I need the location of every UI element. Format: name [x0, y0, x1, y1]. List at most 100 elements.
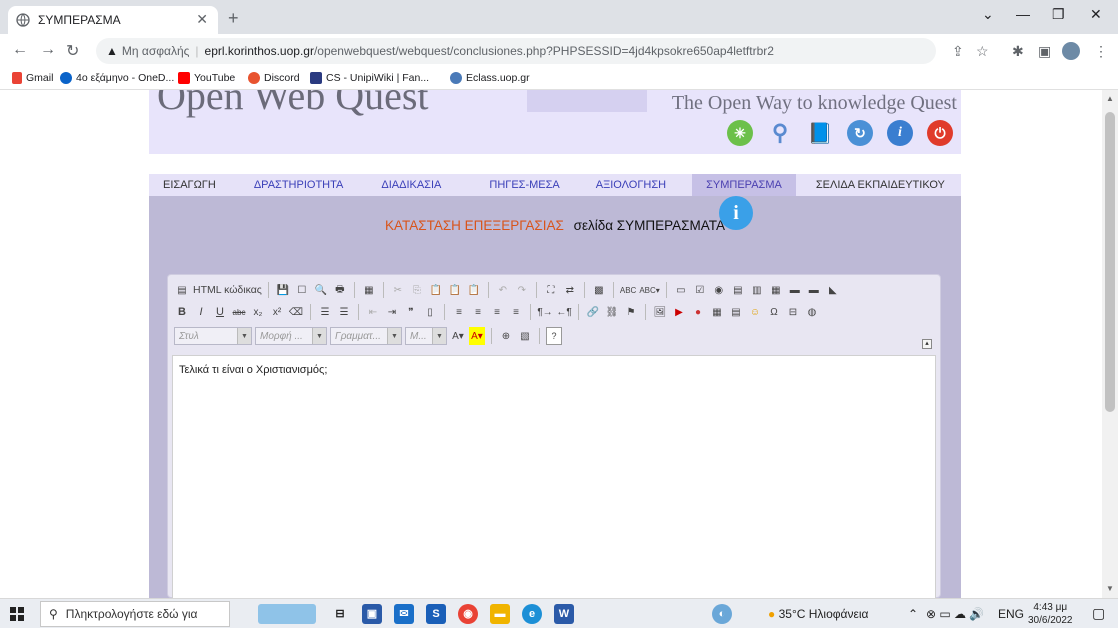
paste-word-icon[interactable]: 📋	[466, 281, 482, 299]
select-all-icon[interactable]: ▩	[591, 281, 607, 299]
mail-icon[interactable]: ✉	[394, 604, 414, 624]
anchor-icon[interactable]: ⚑	[623, 303, 639, 321]
align-left-icon[interactable]: ≡	[451, 303, 467, 321]
new-page-icon[interactable]: ☐	[294, 281, 310, 299]
refresh-icon[interactable]: ↻	[847, 120, 873, 146]
spellcheck-icon[interactable]: ABC	[620, 281, 636, 299]
bookmark-onedrive[interactable]: 4ο εξάμηνο - OneD...	[60, 72, 174, 84]
menu-item-sources[interactable]: ΠΗΓΕΣ-ΜΕΣΑ	[475, 174, 573, 196]
strikethrough-icon[interactable]: abc	[231, 303, 247, 321]
back-icon[interactable]: ←	[12, 41, 28, 59]
not-secure-label[interactable]: Μη ασφαλής	[122, 44, 190, 58]
bookmark-discord[interactable]: Discord	[248, 72, 300, 84]
blockquote-icon[interactable]: ❞	[403, 303, 419, 321]
close-window-icon[interactable]: ✕	[1090, 6, 1102, 23]
youtube-embed-icon[interactable]: ▶	[671, 303, 687, 321]
menu-icon[interactable]: ⋮	[1094, 43, 1108, 60]
bookmark-youtube[interactable]: YouTube	[178, 72, 235, 84]
text-color-icon[interactable]: A▾	[450, 327, 466, 345]
superscript-icon[interactable]: x²	[269, 303, 285, 321]
azure-icon[interactable]: S	[426, 604, 446, 624]
minimize-icon[interactable]: —	[1016, 6, 1030, 22]
page-scrollbar[interactable]: ▲ ▼	[1102, 90, 1118, 598]
address-bar[interactable]: ▲ Μη ασφαλής | eprl.korinthos.uop.gr /op…	[96, 38, 936, 64]
underline-icon[interactable]: U	[212, 303, 228, 321]
iframe-icon[interactable]: ◍	[804, 303, 820, 321]
cut-icon[interactable]: ✂	[390, 281, 406, 299]
info-icon[interactable]: i	[887, 120, 913, 146]
unlink-icon[interactable]: ⛓	[604, 303, 620, 321]
menu-item-activity[interactable]: ΔΡΑΣΤΗΡΙΟΤΗΤΑ	[240, 174, 358, 196]
menu-item-teacher-page[interactable]: ΣΕΛΙΔΑ ΕΚΠΑΙΔΕΥΤΙΚΟΥ	[802, 174, 959, 196]
tab-search-icon[interactable]: ⌄	[982, 6, 994, 23]
warning-icon[interactable]: ▲	[106, 44, 118, 58]
book-icon[interactable]: 📘	[807, 120, 833, 146]
share-icon[interactable]: ⇪	[952, 43, 964, 60]
page-break-icon[interactable]: ⊟	[785, 303, 801, 321]
power-icon[interactable]: ⏻	[927, 120, 953, 146]
paste-text-icon[interactable]: 📋	[447, 281, 463, 299]
menu-item-intro[interactable]: ΕΙΣΑΓΩΓΗ	[149, 174, 230, 196]
show-blocks-icon[interactable]: ▧	[517, 327, 533, 345]
redo-icon[interactable]: ↷	[514, 281, 530, 299]
task-view-icon[interactable]: ⊟	[330, 604, 350, 624]
justify-icon[interactable]: ≡	[508, 303, 524, 321]
news-widget-icon[interactable]	[258, 604, 316, 624]
format-combo[interactable]: Μορφή ... ▼	[255, 327, 327, 345]
scroll-down-icon[interactable]: ▼	[1106, 584, 1114, 593]
print-icon[interactable]: 🖶	[332, 281, 348, 299]
close-tab-icon[interactable]: ✕	[196, 11, 208, 28]
editor-content[interactable]: Τελικά τι είναι ο Χριστιανισμός;	[172, 355, 936, 598]
help-icon[interactable]: ?	[546, 327, 562, 345]
hidden-field-icon[interactable]: ◣	[825, 281, 841, 299]
button-icon[interactable]: ▬	[787, 281, 803, 299]
notification-icon[interactable]: ▢	[1092, 605, 1105, 622]
restore-icon[interactable]: ❐	[1052, 6, 1065, 23]
menu-item-evaluation[interactable]: ΑΞΙΟΛΟΓΗΣΗ	[582, 174, 680, 196]
network-app-icon[interactable]: ◐	[712, 604, 732, 624]
menu-item-process[interactable]: ΔΙΑΔΙΚΑΣΙΑ	[367, 174, 455, 196]
div-icon[interactable]: ▯	[422, 303, 438, 321]
save-icon[interactable]: 💾	[275, 281, 291, 299]
horizontal-rule-icon[interactable]: ▤	[728, 303, 744, 321]
flash-icon[interactable]: ●	[690, 303, 706, 321]
file-explorer-icon[interactable]: ▬	[490, 604, 510, 624]
forward-icon[interactable]: →	[40, 41, 56, 59]
browser-tab[interactable]: ΣΥΜΠΕΡΑΣΜΑ ✕	[8, 6, 218, 34]
table-icon[interactable]: ▦	[709, 303, 725, 321]
smiley-icon[interactable]: ☺	[747, 303, 763, 321]
checkbox-icon[interactable]: ☑	[692, 281, 708, 299]
profile-avatar[interactable]	[1062, 42, 1080, 60]
subscript-icon[interactable]: x₂	[250, 303, 266, 321]
bookmark-eclass[interactable]: Eclass.uop.gr	[450, 72, 530, 84]
select-icon[interactable]: ▦	[768, 281, 784, 299]
background-color-icon[interactable]: A▾	[469, 327, 485, 345]
sidepanel-icon[interactable]: ▣	[1038, 43, 1051, 60]
image-button-icon[interactable]: ▬	[806, 281, 822, 299]
menu-item-conclusion[interactable]: ΣΥΜΠΕΡΑΣΜΑ	[692, 174, 796, 196]
outdent-icon[interactable]: ⇤	[365, 303, 381, 321]
taskbar-search[interactable]: ⚲ Πληκτρολογήστε εδώ για	[40, 601, 230, 627]
word-icon[interactable]: W	[554, 604, 574, 624]
textarea-icon[interactable]: ▥	[749, 281, 765, 299]
copy-icon[interactable]: ⎘	[409, 281, 425, 299]
bullet-list-icon[interactable]: ☰	[336, 303, 352, 321]
scroll-up-icon[interactable]: ▲	[1106, 94, 1114, 103]
spellcheck-typing-icon[interactable]: ABC▾	[639, 281, 659, 299]
templates-icon[interactable]: ▦	[361, 281, 377, 299]
maximize-icon[interactable]: ⊕	[498, 327, 514, 345]
radio-icon[interactable]: ◉	[711, 281, 727, 299]
scroll-thumb[interactable]	[1105, 112, 1115, 412]
tray-icons[interactable]: ⊗ ▭ ☁ 🔊	[926, 607, 984, 621]
language-indicator[interactable]: ENG	[998, 607, 1024, 621]
bookmark-gmail[interactable]: Gmail	[12, 72, 53, 84]
undo-icon[interactable]: ↶	[495, 281, 511, 299]
edge-icon[interactable]: e	[522, 604, 542, 624]
star-icon[interactable]: ☆	[976, 43, 989, 60]
image-icon[interactable]: 🖼	[652, 303, 668, 321]
numbered-list-icon[interactable]: ☰	[317, 303, 333, 321]
windows-start-icon[interactable]	[10, 607, 24, 621]
link-icon[interactable]: 🔗	[585, 303, 601, 321]
align-center-icon[interactable]: ≡	[470, 303, 486, 321]
info-bubble-icon[interactable]: i	[719, 196, 753, 230]
